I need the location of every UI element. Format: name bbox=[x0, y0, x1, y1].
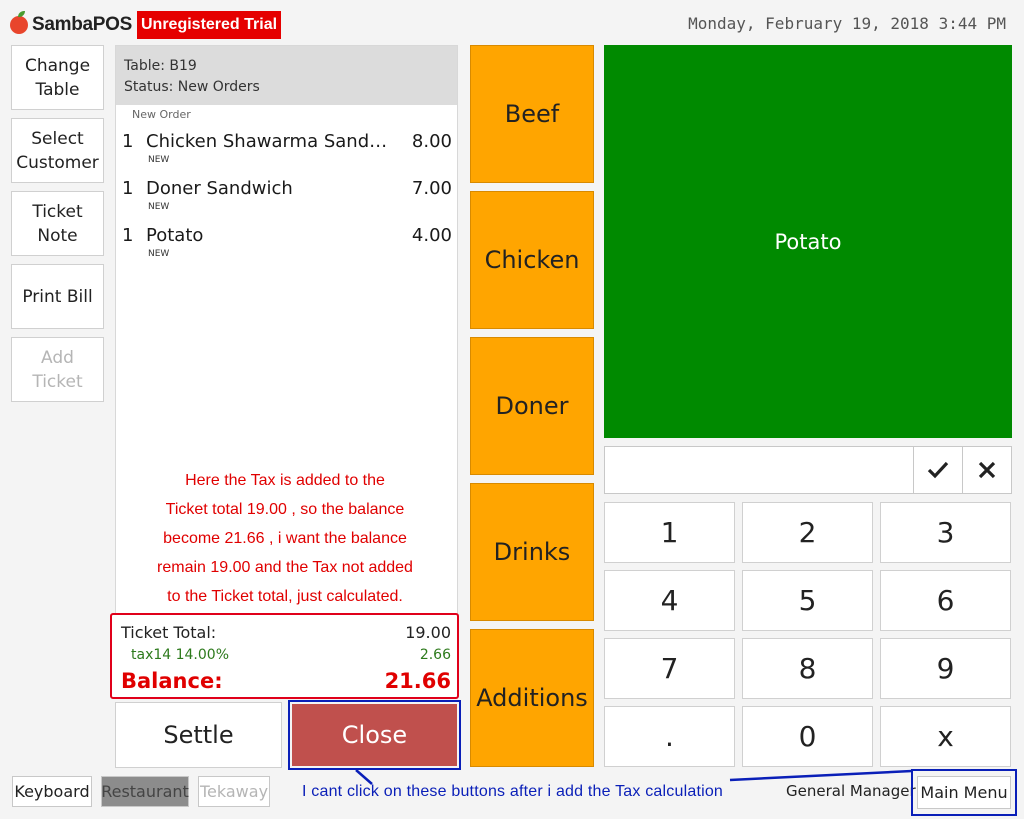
category-chicken[interactable]: Chicken bbox=[470, 191, 594, 329]
key-2[interactable]: 2 bbox=[742, 502, 873, 563]
balance-value: 21.66 bbox=[384, 669, 451, 693]
ticket-total-label: Ticket Total: bbox=[121, 623, 217, 642]
cross-icon bbox=[978, 461, 996, 479]
key-8[interactable]: 8 bbox=[742, 638, 873, 699]
ticket-table: Table: B19 bbox=[124, 58, 197, 74]
add-ticket-button[interactable]: Add Ticket bbox=[11, 337, 104, 402]
datetime: Monday, February 19, 2018 3:44 PM bbox=[688, 14, 1006, 33]
select-customer-button[interactable]: Select Customer bbox=[11, 118, 104, 183]
order-line[interactable]: 1 Potato 4.00 NEW bbox=[122, 225, 452, 265]
ticket-status: Status: New Orders bbox=[124, 79, 260, 95]
key-5[interactable]: 5 bbox=[742, 570, 873, 631]
category-drinks[interactable]: Drinks bbox=[470, 483, 594, 621]
balance-label: Balance: bbox=[121, 669, 223, 693]
tomato-icon bbox=[10, 11, 28, 34]
order-price: 4.00 bbox=[411, 225, 452, 246]
tax-value: 2.66 bbox=[419, 647, 451, 663]
key-6[interactable]: 6 bbox=[880, 570, 1011, 631]
order-name: Potato bbox=[146, 225, 204, 246]
order-price: 8.00 bbox=[411, 131, 452, 152]
ticket-note-button[interactable]: Ticket Note bbox=[11, 191, 104, 256]
main-menu-button[interactable]: Main Menu bbox=[917, 776, 1011, 809]
check-icon bbox=[927, 461, 949, 479]
clear-button[interactable] bbox=[962, 446, 1012, 494]
key-multiply[interactable]: x bbox=[880, 706, 1011, 767]
takeaway-department-button[interactable]: Tekaway bbox=[198, 776, 270, 807]
tax-label: tax14 14.00% bbox=[131, 647, 229, 663]
bottom-annotation-note: I cant click on these buttons after i ad… bbox=[302, 783, 724, 800]
key-9[interactable]: 9 bbox=[880, 638, 1011, 699]
ticket-header: Table: B19 Status: New Orders bbox=[116, 46, 457, 105]
main-menu-highlight: Main Menu bbox=[911, 769, 1017, 816]
order-line[interactable]: 1 Chicken Shawarma Sandwich 8.00 NEW bbox=[122, 131, 452, 171]
order-qty: 1 bbox=[122, 131, 134, 152]
settle-button[interactable]: Settle bbox=[115, 702, 282, 768]
order-qty: 1 bbox=[122, 225, 134, 246]
order-price: 7.00 bbox=[411, 178, 452, 199]
change-table-button[interactable]: Change Table bbox=[11, 45, 104, 110]
key-0[interactable]: 0 bbox=[742, 706, 873, 767]
print-bill-button[interactable]: Print Bill bbox=[11, 264, 104, 329]
trial-badge: Unregistered Trial bbox=[137, 11, 282, 39]
numpad-input[interactable] bbox=[604, 446, 914, 494]
key-1[interactable]: 1 bbox=[604, 502, 735, 563]
key-dot[interactable]: . bbox=[604, 706, 735, 767]
ticket-totals: Ticket Total: 19.00 tax14 14.00% 2.66 Ba… bbox=[110, 613, 459, 699]
order-state: NEW bbox=[148, 249, 170, 259]
annotation-text: Here the Tax is added to the Ticket tota… bbox=[157, 472, 413, 605]
order-state: NEW bbox=[148, 155, 170, 165]
confirm-button[interactable] bbox=[913, 446, 963, 494]
app-name: SambaPOS bbox=[32, 14, 133, 35]
restaurant-department-button[interactable]: Restaurant bbox=[101, 776, 189, 807]
category-doner[interactable]: Doner bbox=[470, 337, 594, 475]
close-button[interactable]: Close bbox=[292, 704, 457, 766]
key-7[interactable]: 7 bbox=[604, 638, 735, 699]
order-name: Chicken Shawarma Sandwich bbox=[146, 131, 398, 152]
order-state: NEW bbox=[148, 202, 170, 212]
order-name: Doner Sandwich bbox=[146, 178, 293, 199]
keyboard-button[interactable]: Keyboard bbox=[12, 776, 92, 807]
order-line[interactable]: 1 Doner Sandwich 7.00 NEW bbox=[122, 178, 452, 218]
category-additions[interactable]: Additions bbox=[470, 629, 594, 767]
app-logo: SambaPOS bbox=[10, 11, 133, 38]
key-4[interactable]: 4 bbox=[604, 570, 735, 631]
order-qty: 1 bbox=[122, 178, 134, 199]
category-beef[interactable]: Beef bbox=[470, 45, 594, 183]
product-potato[interactable]: Potato bbox=[604, 45, 1012, 438]
order-group-label: New Order bbox=[132, 108, 191, 121]
current-user: General Manager bbox=[786, 782, 916, 800]
close-button-highlight: Close bbox=[288, 700, 461, 770]
key-3[interactable]: 3 bbox=[880, 502, 1011, 563]
ticket-total-value: 19.00 bbox=[405, 623, 451, 642]
